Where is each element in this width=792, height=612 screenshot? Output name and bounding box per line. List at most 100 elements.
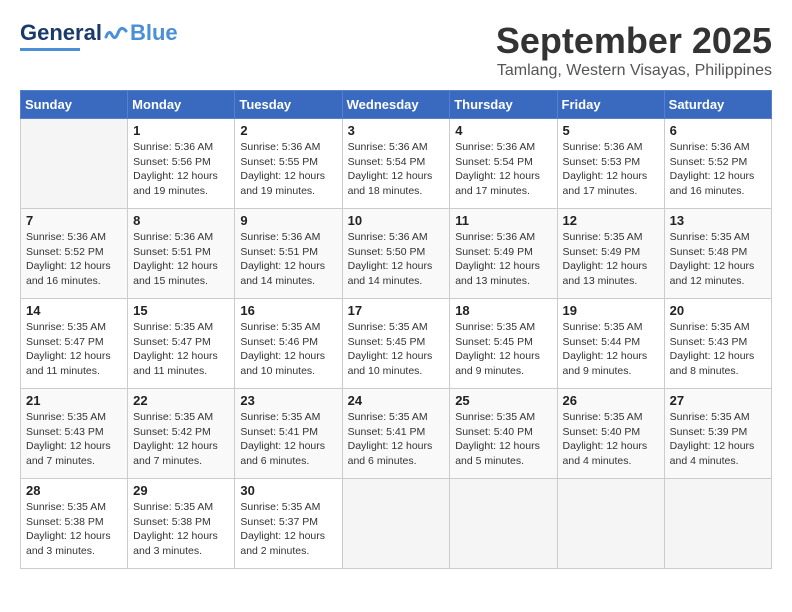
calendar-cell: 14 Sunrise: 5:35 AM Sunset: 5:47 PM Dayli… [21,299,128,389]
day-number: 13 [670,213,766,228]
page-header: GeneralBlue September 2025 Tamlang, West… [20,20,772,80]
month-title: September 2025 [496,20,772,62]
day-info: Sunrise: 5:36 AM Sunset: 5:55 PM Dayligh… [240,140,336,199]
day-number: 8 [133,213,229,228]
calendar-cell: 12 Sunrise: 5:35 AM Sunset: 5:49 PM Dayli… [557,209,664,299]
day-number: 23 [240,393,336,408]
day-number: 6 [670,123,766,138]
day-info: Sunrise: 5:36 AM Sunset: 5:51 PM Dayligh… [240,230,336,289]
calendar-cell: 22 Sunrise: 5:35 AM Sunset: 5:42 PM Dayli… [128,389,235,479]
calendar-cell: 28 Sunrise: 5:35 AM Sunset: 5:38 PM Dayli… [21,479,128,569]
day-number: 3 [348,123,445,138]
day-number: 30 [240,483,336,498]
day-info: Sunrise: 5:35 AM Sunset: 5:43 PM Dayligh… [670,320,766,379]
calendar-cell: 16 Sunrise: 5:35 AM Sunset: 5:46 PM Dayli… [235,299,342,389]
calendar-table: SundayMondayTuesdayWednesdayThursdayFrid… [20,90,772,569]
calendar-cell: 17Sunrise: 5:35 AM Sunset: 5:45 PM Dayli… [342,299,450,389]
calendar-cell: 6 Sunrise: 5:36 AM Sunset: 5:52 PM Daylig… [664,119,771,209]
day-info: Sunrise: 5:36 AM Sunset: 5:52 PM Dayligh… [670,140,766,199]
day-number: 18 [455,303,551,318]
day-number: 10 [348,213,445,228]
day-number: 19 [563,303,659,318]
day-info: Sunrise: 5:36 AM Sunset: 5:52 PM Dayligh… [26,230,122,289]
day-info: Sunrise: 5:36 AM Sunset: 5:56 PM Dayligh… [133,140,229,199]
calendar-cell: 7 Sunrise: 5:36 AM Sunset: 5:52 PM Daylig… [21,209,128,299]
calendar-cell: 23 Sunrise: 5:35 AM Sunset: 5:41 PM Dayli… [235,389,342,479]
day-number: 14 [26,303,122,318]
day-info: Sunrise: 5:36 AM Sunset: 5:54 PM Dayligh… [455,140,551,199]
day-info: Sunrise: 5:35 AM Sunset: 5:38 PM Dayligh… [133,500,229,559]
day-info: Sunrise: 5:35 AM Sunset: 5:42 PM Dayligh… [133,410,229,469]
day-number: 9 [240,213,336,228]
calendar-cell: 15 Sunrise: 5:35 AM Sunset: 5:47 PM Dayli… [128,299,235,389]
day-info: Sunrise: 5:35 AM Sunset: 5:40 PM Dayligh… [563,410,659,469]
day-number: 4 [455,123,551,138]
day-number: 27 [670,393,766,408]
day-number: 12 [563,213,659,228]
location-title: Tamlang, Western Visayas, Philippines [496,62,772,80]
day-number: 17 [348,303,445,318]
calendar-cell: 2 Sunrise: 5:36 AM Sunset: 5:55 PM Daylig… [235,119,342,209]
calendar-header-monday: Monday [128,91,235,119]
calendar-cell: 21Sunrise: 5:35 AM Sunset: 5:43 PM Dayli… [21,389,128,479]
day-info: Sunrise: 5:36 AM Sunset: 5:49 PM Dayligh… [455,230,551,289]
calendar-cell [664,479,771,569]
day-info: Sunrise: 5:35 AM Sunset: 5:43 PM Dayligh… [26,410,122,469]
calendar-cell: 20Sunrise: 5:35 AM Sunset: 5:43 PM Dayli… [664,299,771,389]
day-number: 22 [133,393,229,408]
day-number: 24 [348,393,445,408]
day-info: Sunrise: 5:35 AM Sunset: 5:44 PM Dayligh… [563,320,659,379]
calendar-cell: 13 Sunrise: 5:35 AM Sunset: 5:48 PM Dayli… [664,209,771,299]
day-info: Sunrise: 5:35 AM Sunset: 5:41 PM Dayligh… [240,410,336,469]
day-info: Sunrise: 5:35 AM Sunset: 5:38 PM Dayligh… [26,500,122,559]
day-number: 15 [133,303,229,318]
calendar-cell: 26 Sunrise: 5:35 AM Sunset: 5:40 PM Dayli… [557,389,664,479]
calendar-header-row: SundayMondayTuesdayWednesdayThursdayFrid… [21,91,772,119]
day-info: Sunrise: 5:35 AM Sunset: 5:41 PM Dayligh… [348,410,445,469]
day-info: Sunrise: 5:36 AM Sunset: 5:54 PM Dayligh… [348,140,445,199]
day-number: 29 [133,483,229,498]
calendar-cell: 5Sunrise: 5:36 AM Sunset: 5:53 PM Daylig… [557,119,664,209]
day-info: Sunrise: 5:35 AM Sunset: 5:37 PM Dayligh… [240,500,336,559]
day-number: 11 [455,213,551,228]
day-info: Sunrise: 5:35 AM Sunset: 5:39 PM Dayligh… [670,410,766,469]
calendar-cell: 19 Sunrise: 5:35 AM Sunset: 5:44 PM Dayli… [557,299,664,389]
day-number: 1 [133,123,229,138]
calendar-cell [450,479,557,569]
calendar-cell: 10 Sunrise: 5:36 AM Sunset: 5:50 PM Dayli… [342,209,450,299]
calendar-week-row: 1 Sunrise: 5:36 AM Sunset: 5:56 PM Daylig… [21,119,772,209]
logo: GeneralBlue [20,20,178,51]
day-number: 26 [563,393,659,408]
day-info: Sunrise: 5:36 AM Sunset: 5:53 PM Dayligh… [563,140,659,199]
day-number: 16 [240,303,336,318]
calendar-header-sunday: Sunday [21,91,128,119]
calendar-cell: 29 Sunrise: 5:35 AM Sunset: 5:38 PM Dayli… [128,479,235,569]
calendar-week-row: 28 Sunrise: 5:35 AM Sunset: 5:38 PM Dayli… [21,479,772,569]
logo-underline [20,48,80,51]
day-info: Sunrise: 5:35 AM Sunset: 5:40 PM Dayligh… [455,410,551,469]
day-number: 28 [26,483,122,498]
calendar-cell: 1 Sunrise: 5:36 AM Sunset: 5:56 PM Daylig… [128,119,235,209]
calendar-cell [342,479,450,569]
calendar-cell: 9 Sunrise: 5:36 AM Sunset: 5:51 PM Daylig… [235,209,342,299]
day-info: Sunrise: 5:35 AM Sunset: 5:48 PM Dayligh… [670,230,766,289]
calendar-cell: 4 Sunrise: 5:36 AM Sunset: 5:54 PM Daylig… [450,119,557,209]
calendar-week-row: 21Sunrise: 5:35 AM Sunset: 5:43 PM Dayli… [21,389,772,479]
day-info: Sunrise: 5:35 AM Sunset: 5:47 PM Dayligh… [26,320,122,379]
calendar-header-friday: Friday [557,91,664,119]
day-info: Sunrise: 5:35 AM Sunset: 5:47 PM Dayligh… [133,320,229,379]
calendar-cell: 3 Sunrise: 5:36 AM Sunset: 5:54 PM Daylig… [342,119,450,209]
day-number: 25 [455,393,551,408]
calendar-header-wednesday: Wednesday [342,91,450,119]
calendar-cell: 18Sunrise: 5:35 AM Sunset: 5:45 PM Dayli… [450,299,557,389]
day-number: 2 [240,123,336,138]
calendar-cell: 24 Sunrise: 5:35 AM Sunset: 5:41 PM Dayli… [342,389,450,479]
calendar-week-row: 7 Sunrise: 5:36 AM Sunset: 5:52 PM Daylig… [21,209,772,299]
day-info: Sunrise: 5:35 AM Sunset: 5:46 PM Dayligh… [240,320,336,379]
day-info: Sunrise: 5:36 AM Sunset: 5:50 PM Dayligh… [348,230,445,289]
day-number: 7 [26,213,122,228]
title-area: September 2025 Tamlang, Western Visayas,… [496,20,772,80]
day-info: Sunrise: 5:35 AM Sunset: 5:49 PM Dayligh… [563,230,659,289]
calendar-cell: 27 Sunrise: 5:35 AM Sunset: 5:39 PM Dayli… [664,389,771,479]
logo-blue-text: Blue [130,20,178,46]
